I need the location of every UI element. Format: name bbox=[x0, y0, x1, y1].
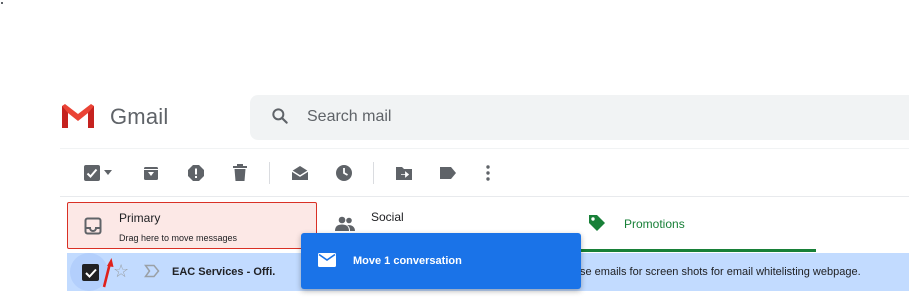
email-snippet: se emails for screen shots for email whi… bbox=[580, 266, 861, 278]
row-checkbox[interactable] bbox=[82, 264, 99, 281]
more-options-icon[interactable] bbox=[478, 163, 498, 183]
drag-move-toast[interactable]: Move 1 conversation bbox=[301, 233, 581, 289]
tab-promotions-indicator bbox=[580, 249, 816, 252]
select-dropdown-icon[interactable] bbox=[102, 163, 114, 183]
move-to-icon[interactable] bbox=[394, 163, 414, 183]
snooze-icon[interactable] bbox=[334, 163, 354, 183]
drag-move-label: Move 1 conversation bbox=[353, 255, 462, 267]
email-sender: EAC Services - Offi. bbox=[172, 266, 276, 278]
select-all-checkbox-icon[interactable] bbox=[82, 163, 102, 183]
tab-primary[interactable]: Primary Drag here to move messages bbox=[67, 202, 317, 249]
gmail-wordmark: Gmail bbox=[110, 104, 169, 129]
mail-icon bbox=[318, 253, 336, 272]
search-icon[interactable] bbox=[270, 106, 290, 131]
tag-icon bbox=[588, 214, 606, 237]
tab-social-label: Social bbox=[371, 210, 404, 224]
tab-promotions[interactable]: Promotions bbox=[580, 202, 816, 252]
red-arrow-annotation bbox=[100, 258, 116, 293]
tab-promotions-label: Promotions bbox=[624, 217, 685, 231]
toolbar-separator bbox=[269, 162, 270, 184]
toolbar-separator bbox=[373, 162, 374, 184]
inbox-icon bbox=[84, 217, 102, 240]
toolbar-divider bbox=[60, 196, 909, 197]
labels-icon[interactable] bbox=[438, 163, 458, 183]
report-spam-icon[interactable] bbox=[186, 163, 206, 183]
mark-as-read-icon[interactable] bbox=[290, 163, 310, 183]
archive-icon[interactable] bbox=[141, 163, 161, 183]
delete-icon[interactable] bbox=[230, 163, 250, 183]
header-divider bbox=[60, 148, 909, 149]
search-input[interactable]: Search mail bbox=[307, 108, 391, 126]
gmail-logo[interactable] bbox=[60, 102, 96, 130]
tab-primary-label: Primary bbox=[119, 211, 161, 225]
tab-primary-drop-hint: Drag here to move messages bbox=[119, 233, 238, 243]
stray-dot bbox=[1, 2, 3, 4]
gmail-m-icon bbox=[62, 104, 94, 128]
importance-marker-icon[interactable] bbox=[144, 264, 160, 283]
